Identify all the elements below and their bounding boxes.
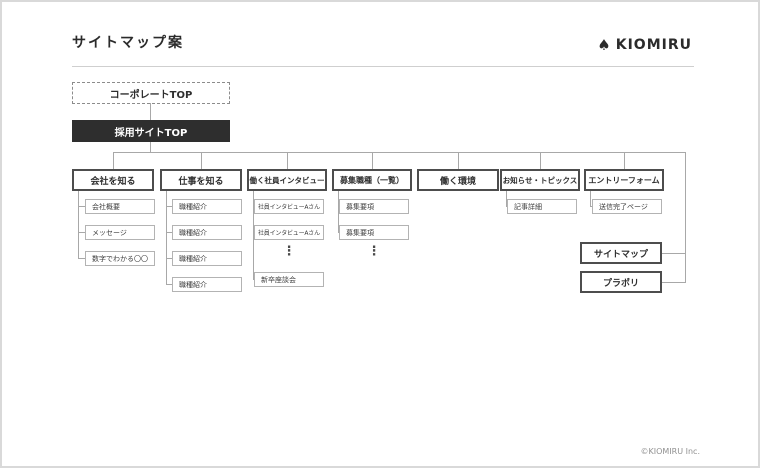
ellipsis-vertical: ⋮: [283, 245, 296, 259]
node-section-news: お知らせ・トピックス: [500, 169, 580, 191]
node-section-positions: 募集職種（一覧）: [332, 169, 412, 191]
header-divider: [72, 66, 694, 67]
connector: [540, 152, 541, 169]
spade-icon: ♠: [597, 38, 610, 53]
node-sitemap: サイトマップ: [580, 242, 662, 264]
copyright: ©KIOMIRU Inc.: [641, 447, 701, 456]
ellipsis-vertical: ⋮: [368, 245, 381, 259]
connector: [685, 152, 686, 283]
node-jobtype-3: 職種紹介: [172, 251, 242, 266]
connector: [590, 191, 591, 207]
node-privacy-policy: プラポリ: [580, 271, 662, 293]
connector: [624, 152, 625, 169]
node-recruit-top: 採用サイトTOP: [72, 120, 230, 142]
sitemap-page: サイトマップ案 ♠ KIOMIRU コーポレートTOP 採用サイトTOP 会社を…: [0, 0, 760, 468]
node-section-company: 会社を知る: [72, 169, 154, 191]
node-message: メッセージ: [85, 225, 155, 240]
connector: [113, 152, 114, 169]
node-requirements-1: 募集要項: [339, 199, 409, 214]
brand-name: KIOMIRU: [616, 37, 692, 53]
connector: [78, 191, 79, 259]
connector: [150, 103, 151, 120]
connector: [458, 152, 459, 169]
brand-logo: ♠ KIOMIRU: [597, 37, 692, 53]
page-title: サイトマップ案: [72, 32, 184, 52]
node-interview-a1: 社員インタビューAさん: [254, 199, 324, 214]
node-section-environment: 働く環境: [417, 169, 499, 191]
connector: [113, 152, 685, 153]
node-jobtype-4: 職種紹介: [172, 277, 242, 292]
connector: [287, 152, 288, 169]
connector: [78, 258, 85, 259]
connector: [372, 152, 373, 169]
node-roundtable: 新卒座談会: [254, 272, 324, 287]
node-jobtype-1: 職種紹介: [172, 199, 242, 214]
connector: [150, 142, 151, 152]
node-corporate-top: コーポレートTOP: [72, 82, 230, 104]
connector: [662, 253, 685, 254]
connector: [78, 206, 85, 207]
node-section-interview: 働く社員インタビュー: [247, 169, 327, 191]
node-section-entry: エントリーフォーム: [584, 169, 664, 191]
node-company-overview: 会社概要: [85, 199, 155, 214]
node-jobtype-2: 職種紹介: [172, 225, 242, 240]
node-interview-a2: 社員インタビューAさん: [254, 225, 324, 240]
connector: [662, 282, 685, 283]
node-requirements-2: 募集要項: [339, 225, 409, 240]
connector: [166, 191, 167, 284]
node-submit-complete: 送信完了ページ: [592, 199, 662, 214]
node-section-work: 仕事を知る: [160, 169, 242, 191]
node-article-detail: 記事詳細: [507, 199, 577, 214]
node-numbers: 数字でわかる〇〇: [85, 251, 155, 266]
connector: [78, 232, 85, 233]
connector: [201, 152, 202, 169]
